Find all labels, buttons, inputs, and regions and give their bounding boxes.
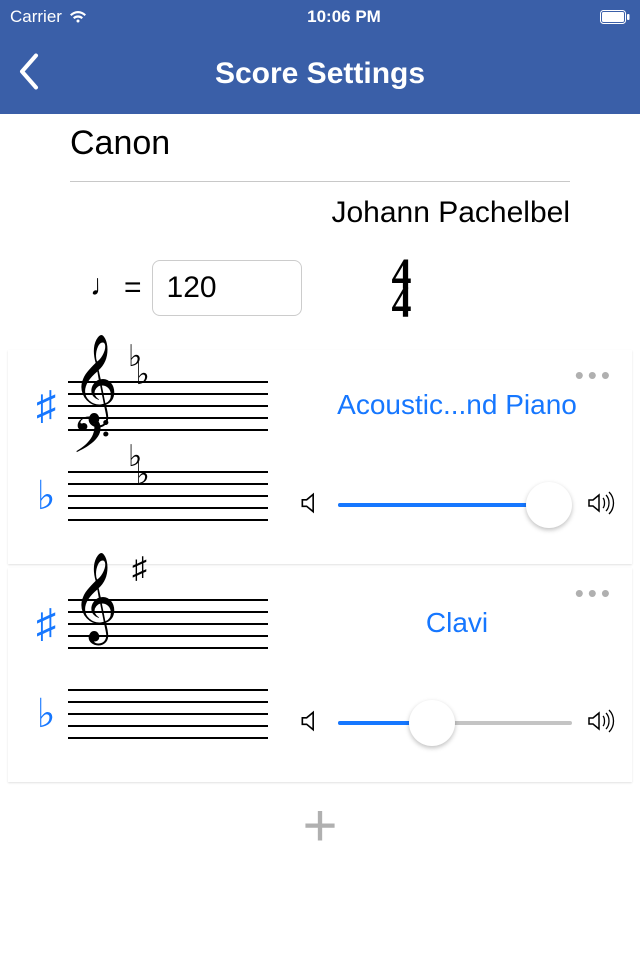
score-header: Canon Johann Pachelbel — [0, 114, 640, 230]
volume-slider[interactable] — [338, 485, 572, 525]
battery-icon — [600, 10, 630, 24]
sharp-button[interactable]: ♯ — [24, 382, 68, 429]
tempo-row: ♩ = 4 4 — [0, 230, 640, 346]
song-title[interactable]: Canon — [70, 124, 570, 163]
instrument-name[interactable]: Clavi — [298, 607, 616, 639]
key-signature: ♯ — [132, 560, 147, 578]
empty-staff — [68, 668, 268, 758]
more-button[interactable]: ••• — [575, 578, 614, 609]
treble-staff: 𝄞 ♯ — [68, 578, 268, 668]
add-instrument-button[interactable]: + — [302, 792, 337, 859]
sharp-button[interactable]: ♯ — [24, 600, 68, 647]
instrument-name[interactable]: Acoustic...nd Piano — [298, 389, 616, 421]
status-bar: Carrier 10:06 PM — [0, 0, 640, 34]
time-signature[interactable]: 4 4 — [392, 260, 412, 316]
bass-clef-icon: 𝄢 — [72, 412, 111, 472]
bass-staff: 𝄢 ♭ ♭ — [68, 450, 268, 540]
composer-name[interactable]: Johann Pachelbel — [70, 196, 570, 230]
equals-sign: = — [124, 271, 142, 305]
quarter-note-icon: ♩ — [90, 271, 120, 301]
more-button[interactable]: ••• — [575, 360, 614, 391]
add-row: + — [0, 786, 640, 856]
carrier-label: Carrier — [10, 7, 62, 27]
time-sig-bottom: 4 — [392, 287, 412, 318]
flat-button[interactable]: ♭ — [24, 472, 68, 519]
treble-clef-icon: 𝄞 — [72, 558, 118, 636]
divider — [70, 181, 570, 182]
speaker-high-icon[interactable] — [586, 490, 616, 521]
wifi-icon — [68, 10, 88, 24]
speaker-low-icon[interactable] — [298, 490, 324, 521]
key-signature: ♭ ♭ — [128, 348, 150, 384]
nav-bar: Score Settings — [0, 34, 640, 114]
instrument-card: ••• ♯ 𝄞 ♯ Clavi ♭ — [8, 568, 632, 782]
speaker-low-icon[interactable] — [298, 708, 324, 739]
nav-title: Score Settings — [0, 57, 640, 91]
tempo-input[interactable] — [152, 260, 302, 316]
status-time: 10:06 PM — [307, 7, 381, 27]
flat-button[interactable]: ♭ — [24, 690, 68, 737]
back-button[interactable] — [18, 54, 40, 95]
treble-clef-icon: 𝄞 — [72, 340, 118, 418]
speaker-high-icon[interactable] — [586, 708, 616, 739]
key-signature: ♭ ♭ — [128, 448, 150, 484]
volume-slider[interactable] — [338, 703, 572, 743]
instrument-card: ••• ♯ 𝄞 ♭ ♭ Acoustic...nd Piano ♭ 𝄢 ♭ ♭ — [8, 350, 632, 564]
